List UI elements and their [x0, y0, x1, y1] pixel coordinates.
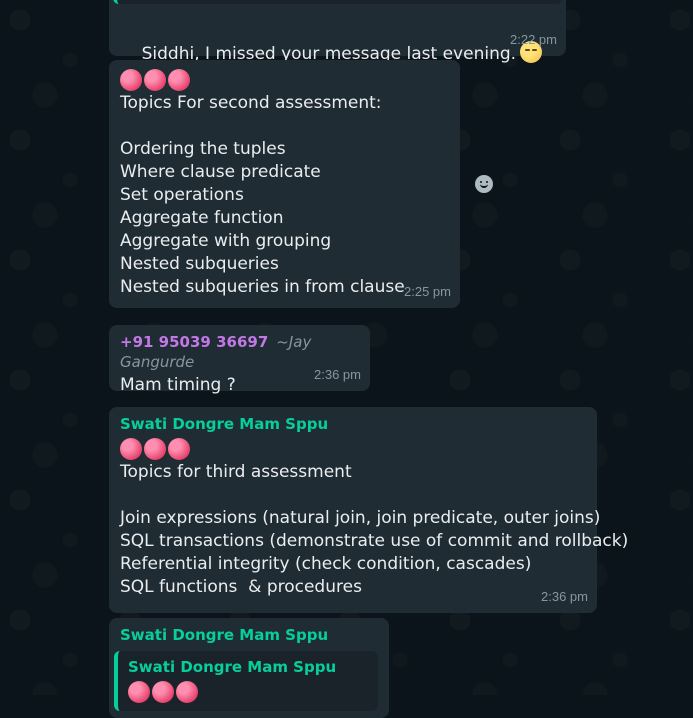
quoted-sender: Swati Dongre Mam Sppu — [128, 658, 337, 676]
quoted-message[interactable]: Swati Dongre Mam Sppu — [114, 651, 378, 711]
add-reaction-button[interactable] — [468, 168, 500, 200]
sender-phone[interactable]: +91 95039 36697 — [120, 333, 268, 351]
message-line: Referential integrity (check condition, … — [120, 554, 532, 574]
quoted-message-fragment[interactable] — [113, 0, 562, 4]
message-line: Aggregate function — [120, 208, 284, 228]
message-line: Topics for third assessment — [120, 462, 352, 482]
message-text: Siddhi, I missed your message last eveni… — [120, 18, 555, 64]
red-circle-icon — [144, 68, 166, 91]
red-circle-icon — [176, 680, 198, 703]
message-sender[interactable]: Swati Dongre Mam Sppu — [120, 414, 586, 434]
message-line — [120, 115, 449, 138]
red-circle-icon — [168, 68, 190, 91]
message-timestamp: 2:36 pm — [541, 589, 588, 604]
red-circle-icon — [144, 437, 166, 460]
red-circles-emoji-row — [120, 436, 586, 461]
message-bubble[interactable]: Swati Dongre Mam Sppu Topics for third a… — [109, 407, 629, 613]
red-circles-emoji-row — [128, 679, 368, 704]
message-line: Ordering the tuples — [120, 139, 286, 159]
message-line: Topics For second assessment: — [120, 93, 382, 113]
red-circle-icon — [120, 437, 142, 460]
message-line: Where clause predicate — [120, 162, 321, 182]
red-circle-icon — [128, 680, 150, 703]
message-line: Join expressions (natural join, join pre… — [120, 508, 601, 528]
message-line: Nested subqueries — [120, 254, 279, 274]
message-bubble[interactable]: Swati Dongre Mam Sppu Swati Dongre Mam S… — [109, 618, 389, 718]
smiley-icon — [475, 175, 493, 193]
message-line: Aggregate with grouping — [120, 231, 332, 251]
message-line: SQL transactions (demonstrate use of com… — [120, 531, 629, 551]
red-circle-icon — [152, 680, 174, 703]
red-circle-icon — [168, 437, 190, 460]
message-line: Nested subqueries in from clause — [120, 277, 405, 297]
message-bubble[interactable]: Siddhi, I missed your message last eveni… — [109, 0, 566, 64]
message-timestamp: 2:25 pm — [404, 284, 451, 299]
message-line: SQL functions & procedures — [120, 577, 362, 597]
message-bubble[interactable]: +91 95039 36697 ~Jay Gangurde Mam timing … — [109, 325, 370, 395]
message-line — [120, 484, 586, 507]
red-circles-emoji-row — [120, 67, 449, 92]
message-line: Set operations — [120, 185, 244, 205]
message-timestamp: 2:36 pm — [314, 367, 361, 382]
message-sender[interactable]: Swati Dongre Mam Sppu — [120, 625, 378, 645]
red-circle-icon — [120, 68, 142, 91]
message-bubble[interactable]: Topics For second assessment: Ordering t… — [109, 60, 460, 308]
message-timestamp: 2:22 pm — [510, 32, 557, 47]
